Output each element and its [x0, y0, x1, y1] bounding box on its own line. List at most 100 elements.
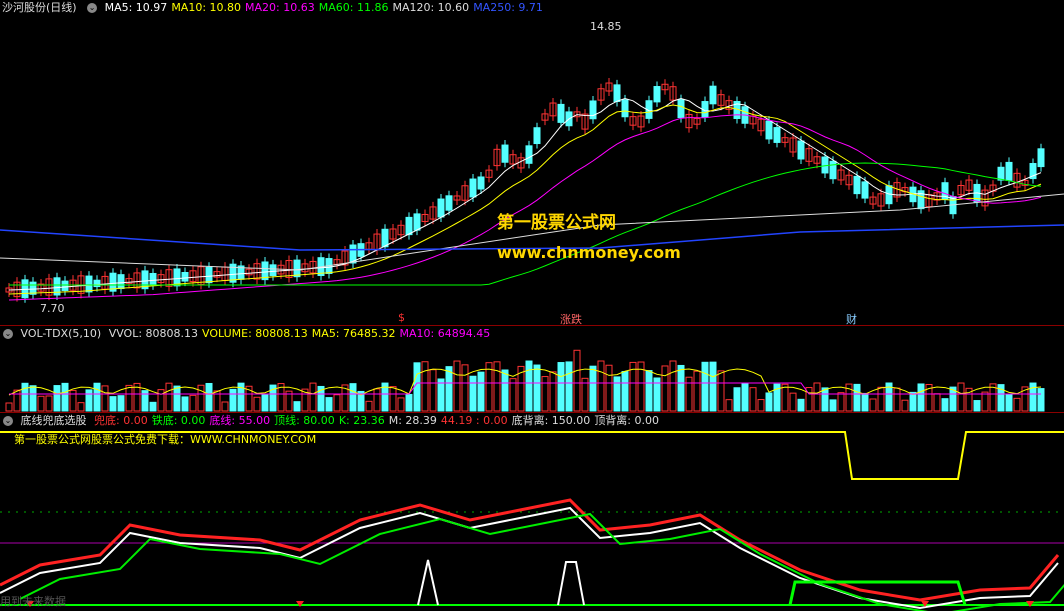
volume-bar — [525, 360, 533, 412]
volume-bar — [573, 349, 581, 412]
collapse-icon[interactable]: ⌄ — [3, 416, 13, 426]
volume-bar — [781, 383, 789, 412]
white-spike — [557, 561, 585, 606]
volume-bar — [1037, 388, 1045, 412]
candle-body — [621, 99, 629, 118]
candle-body — [437, 198, 445, 218]
volume-bar — [869, 398, 877, 412]
candle-body — [1005, 161, 1013, 181]
volume-bar — [501, 369, 509, 412]
volume-bar — [645, 370, 653, 412]
volume-bar — [797, 398, 805, 412]
indicator-legend-item-2: 底线: 55.00 — [209, 414, 271, 427]
volume-bar — [597, 360, 605, 412]
volume-bar — [77, 402, 85, 412]
volume-bar — [109, 396, 117, 412]
volume-bar — [589, 365, 597, 412]
volume-bar — [757, 399, 765, 412]
candle-body — [469, 178, 477, 198]
volume-bar — [1005, 393, 1013, 412]
volume-bar — [445, 366, 453, 412]
volume-bar — [749, 387, 757, 412]
volume-bar — [813, 382, 821, 412]
candle-body — [85, 275, 93, 293]
volume-bar — [413, 362, 421, 412]
volume-bar — [293, 401, 301, 412]
candle-body — [501, 144, 509, 163]
volume-bar — [373, 388, 381, 412]
volume-bar — [437, 378, 445, 412]
volume-bar — [621, 371, 629, 412]
volume-bar — [973, 400, 981, 412]
volume-bar — [669, 360, 677, 412]
volume-bar — [893, 387, 901, 412]
volume-bar — [701, 361, 709, 412]
volume-bar — [101, 385, 109, 412]
candle-body — [405, 216, 413, 236]
candle-body — [93, 279, 101, 288]
volume-bar — [29, 385, 37, 412]
volume-bar — [253, 396, 261, 412]
candle-body — [653, 86, 661, 103]
volume-bar — [85, 389, 93, 412]
watermark-url: www.chnmoney.com — [497, 243, 681, 262]
low-price-label: 7.70 — [40, 302, 65, 315]
candle-body — [853, 175, 861, 195]
volume-bar — [533, 364, 541, 412]
volume-bar — [829, 399, 837, 412]
indicator-legend-bar: ⌄ 底线兜底选股 兜底: 0.00 铁底: 0.00 底线: 55.00 顶线: 80… — [0, 413, 667, 429]
collapse-icon[interactable]: ⌄ — [3, 329, 13, 339]
volume-bar — [309, 382, 317, 412]
candle-body — [181, 272, 189, 282]
volume-bar — [45, 395, 53, 412]
volume-bar — [685, 376, 693, 412]
indicator-legend-item-7: 底背离: 150.00 — [511, 414, 591, 427]
candle-body — [269, 264, 277, 277]
volume-bar — [901, 399, 909, 412]
volume-bar — [69, 389, 77, 412]
indicator-legend-item-0: 兜底: 0.00 — [94, 414, 148, 427]
volume-bar — [733, 387, 741, 412]
volume-bar — [661, 365, 669, 412]
candle-body — [533, 127, 541, 145]
candle-body — [205, 266, 213, 284]
indicator-legend-item-1: 铁底: 0.00 — [151, 414, 206, 427]
volume-bar — [509, 378, 517, 412]
indicator-legend: 兜底: 0.00 铁底: 0.00 底线: 55.00 顶线: 80.00 K: 23.… — [94, 414, 663, 427]
candle-body — [477, 176, 485, 190]
volume-bar — [717, 370, 725, 412]
volume-bar — [261, 394, 269, 412]
volume-bar — [397, 397, 405, 412]
high-price-label: 14.85 — [590, 20, 622, 33]
volume-bar — [205, 382, 213, 412]
volume-bar — [565, 361, 573, 412]
volume-bar — [789, 392, 797, 412]
candle-body — [149, 272, 157, 286]
volume-bar — [861, 392, 869, 412]
indicator-legend-item-6: 44.19 : 0.00 — [440, 414, 508, 427]
volume-bar — [349, 383, 357, 412]
volume-bar — [477, 371, 485, 412]
volume-bar — [189, 394, 197, 412]
volume-bar — [957, 382, 965, 412]
candle-body — [445, 195, 453, 211]
volume-bar — [725, 399, 733, 412]
candle-body — [861, 181, 869, 199]
watermark-title: 第一股票公式网 — [497, 213, 616, 233]
indicator-legend-item-8: 顶背离: 0.00 — [594, 414, 660, 427]
volume-bar — [181, 396, 189, 412]
volume-legend-item-1: VOLUME: 80808.13 — [202, 327, 308, 340]
volume-bar — [741, 382, 749, 412]
indicator-title: 底线兜底选股 — [20, 414, 87, 427]
volume-legend-item-0: VVOL: 80808.13 — [108, 327, 199, 340]
volume-bar — [197, 384, 205, 412]
candle-body — [829, 160, 837, 180]
promo-text: 第一股票公式网股票公式免费下载：WWW.CHNMONEY.COM — [14, 433, 317, 446]
volume-bar — [157, 389, 165, 412]
event-marker-dollar[interactable]: $ — [398, 311, 405, 324]
volume-bar — [933, 393, 941, 412]
volume-bar — [405, 393, 413, 412]
chart-canvas[interactable] — [0, 0, 1064, 611]
volume-bar — [821, 387, 829, 412]
candle-body — [557, 103, 565, 123]
